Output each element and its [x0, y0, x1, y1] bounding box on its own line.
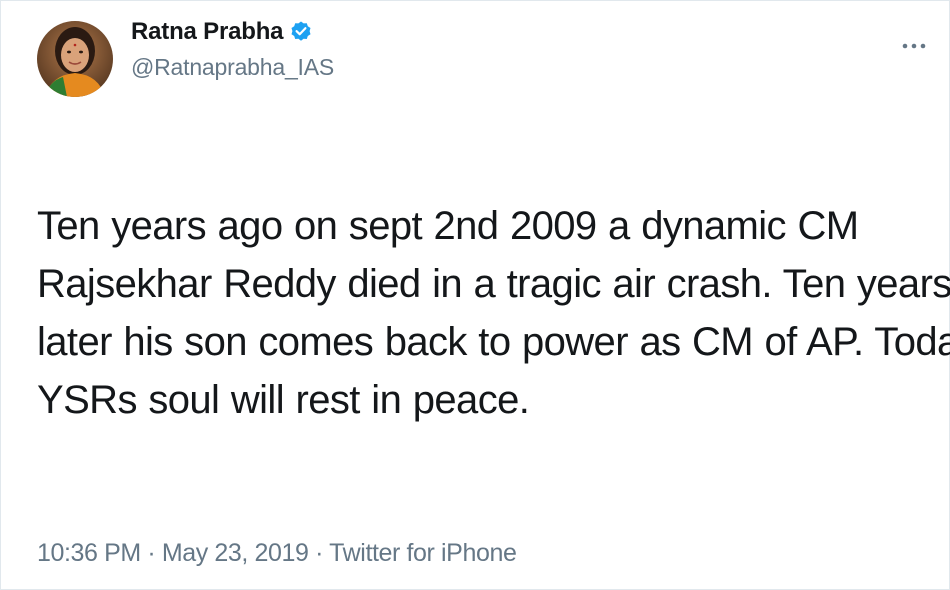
more-dots-icon[interactable]	[901, 39, 927, 53]
tweet-text-line: later his son comes back to power as CM …	[37, 320, 950, 364]
tweet-card: Ratna Prabha @Ratnaprabha_IAS Ten years …	[0, 0, 950, 590]
avatar-image	[37, 21, 113, 97]
tweet-text-line: Rajsekhar Reddy died in a tragic air cra…	[37, 262, 950, 306]
tweet-source-link[interactable]: Twitter for iPhone	[329, 539, 517, 567]
verified-badge-icon	[289, 20, 313, 44]
tweet-text: Ten years ago on sept 2nd 2009 a dynamic…	[37, 197, 950, 429]
meta-separator: ·	[147, 539, 156, 567]
tweet-text-line: Ten years ago on sept 2nd 2009 a dynamic…	[37, 204, 859, 248]
meta-separator: ·	[315, 539, 324, 567]
avatar[interactable]	[37, 21, 113, 97]
tweet-header: Ratna Prabha @Ratnaprabha_IAS	[37, 18, 334, 97]
tweet-text-line: YSRs soul will rest in peace.	[37, 378, 530, 422]
tweet-meta: 10:36 PM · May 23, 2019 · Twitter for iP…	[37, 539, 517, 568]
tweet-time-link[interactable]: 10:36 PM · May 23, 2019	[37, 539, 309, 567]
name-row: Ratna Prabha	[131, 18, 334, 46]
tweet-date: May 23, 2019	[161, 539, 309, 567]
user-handle[interactable]: @Ratnaprabha_IAS	[131, 54, 334, 81]
display-name[interactable]: Ratna Prabha	[131, 18, 284, 46]
tweet-time: 10:36 PM	[37, 539, 141, 567]
author-block: Ratna Prabha @Ratnaprabha_IAS	[131, 18, 334, 81]
